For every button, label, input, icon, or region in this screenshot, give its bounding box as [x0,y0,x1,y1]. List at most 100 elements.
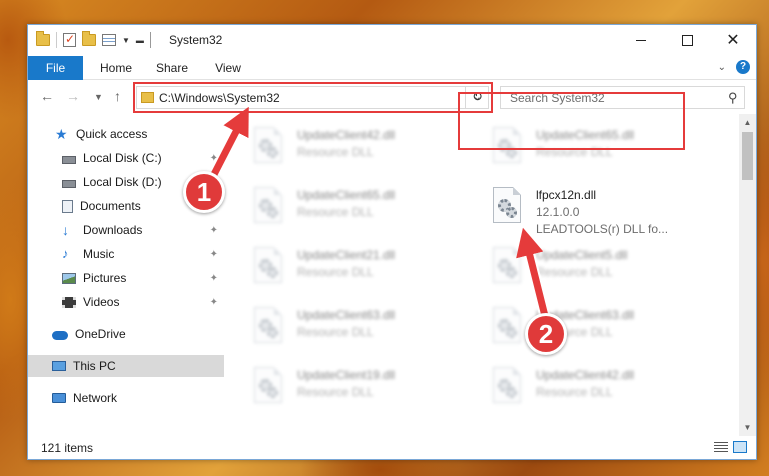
file-item[interactable]: UpdateClient42.dll Resource DLL [250,124,460,174]
sidebar-item-videos[interactable]: Videos ✦ [28,291,224,313]
navigation-pane: ★ Quick access Local Disk (C:) ✦ Local D… [28,114,224,436]
quick-access-toolbar: ▼ ▬ [36,31,151,48]
sidebar-item-label: This PC [73,359,116,373]
vertical-scrollbar[interactable]: ▲ ▼ [739,114,756,436]
properties-icon[interactable] [102,34,116,46]
pin-icon[interactable]: ✦ [210,249,218,260]
documents-icon [62,199,73,213]
step-1-badge: 1 [183,171,225,213]
tab-share[interactable]: Share [152,56,192,80]
dll-file-icon [250,307,284,349]
tab-home[interactable]: Home [96,56,136,80]
file-description: Resource DLL [297,325,374,339]
file-name: UpdateClient42.dll [536,368,635,382]
sidebar-item-music[interactable]: ♪ Music ✦ [28,243,224,265]
file-item[interactable]: UpdateClient42.dll Resource DLL [489,364,699,414]
dll-file-icon [250,187,284,229]
sidebar-item-local-disk-c[interactable]: Local Disk (C:) ✦ [28,147,224,169]
address-highlight-box [133,82,493,113]
sidebar-item-label: Local Disk (C:) [83,151,162,165]
sidebar-item-label: Quick access [76,127,148,141]
search-icon[interactable]: ⚲ [728,90,738,106]
sidebar-item-pictures[interactable]: Pictures ✦ [28,267,224,289]
dll-file-icon [489,307,523,349]
pin-icon[interactable]: ✦ [210,225,218,236]
file-description: Resource DLL [536,385,613,399]
file-description: LEADTOOLS(r) DLL fo... [536,222,669,236]
pin-icon[interactable]: ✦ [210,297,218,308]
pin-icon[interactable]: ✦ [210,273,218,284]
tab-view[interactable]: View [210,56,246,80]
file-name: UpdateClient42.dll [297,128,396,142]
sidebar-item-onedrive[interactable]: OneDrive [28,323,224,345]
ribbon-right-controls: ⌄ ? [718,60,750,74]
sidebar-item-label: Local Disk (D:) [83,175,162,189]
scrollbar-thumb[interactable] [742,132,753,180]
status-bar: 121 items [28,436,756,459]
ribbon-tabs: File Home Share View ⌄ ? [28,56,756,80]
sidebar-item-label: Documents [80,199,141,213]
window-title: System32 [169,33,223,47]
scroll-down-arrow-icon[interactable]: ▼ [739,419,756,436]
file-item[interactable]: UpdateClient5.dll Resource DLL [489,244,699,294]
file-description: Resource DLL [297,265,374,279]
tab-file[interactable]: File [28,56,83,80]
network-icon [52,393,66,403]
file-item[interactable]: UpdateClient63.dll Resource DLL [250,304,460,354]
file-name: UpdateClient65.dll [297,188,396,202]
file-name: UpdateClient19.dll [297,368,396,382]
videos-icon [62,296,76,308]
disk-icon [62,179,76,188]
recent-locations-chevron-icon[interactable]: ▼ [94,92,103,102]
pin-icon[interactable]: ✦ [210,153,218,164]
pictures-icon [62,272,76,284]
folder-icon [36,31,50,46]
sidebar-item-label: Pictures [83,271,127,285]
file-list: UpdateClient42.dll Resource DLL UpdateCl… [224,114,740,436]
back-arrow-icon[interactable]: ← [40,88,54,104]
file-name: UpdateClient21.dll [297,248,396,262]
music-icon: ♪ [62,246,69,261]
sidebar-item-downloads[interactable]: ↓ Downloads ✦ [28,219,224,241]
sidebar-item-label: OneDrive [75,327,126,341]
sidebar-item-label: Music [83,247,115,261]
step-2-badge: 2 [525,313,567,355]
file-item[interactable]: UpdateClient65.dll Resource DLL [250,184,460,234]
file-description: Resource DLL [297,145,374,159]
help-icon[interactable]: ? [736,60,750,74]
file-item[interactable]: UpdateClient63.dll Resource DLL [489,304,699,354]
properties-check-icon[interactable] [63,32,76,47]
file-item-lfpcx12n[interactable]: lfpcx12n.dll 12.1.0.0 LEADTOOLS(r) DLL f… [489,184,699,236]
scroll-up-arrow-icon[interactable]: ▲ [739,114,756,131]
file-item[interactable]: UpdateClient19.dll Resource DLL [250,364,460,414]
file-description: Resource DLL [536,265,613,279]
dll-file-icon [489,367,523,409]
dll-file-icon [250,367,284,409]
sidebar-item-label: Videos [83,295,120,309]
file-item[interactable]: UpdateClient21.dll Resource DLL [250,244,460,294]
sidebar-item-network[interactable]: Network [28,387,224,409]
downloads-icon: ↓ [62,222,69,238]
file-highlight-box [458,92,685,150]
minimize-button[interactable] [618,25,664,55]
file-name: lfpcx12n.dll [536,188,597,202]
dll-file-icon [250,127,284,169]
close-button[interactable]: ✕ [710,25,756,55]
tiles-view-icon[interactable] [733,441,747,453]
details-view-icon[interactable] [714,442,728,453]
file-name: UpdateClient5.dll [536,248,628,262]
chevron-down-icon[interactable]: ▼ [122,36,130,45]
sidebar-item-this-pc[interactable]: This PC [28,355,224,377]
new-folder-icon[interactable] [82,31,96,46]
maximize-button[interactable] [664,25,710,55]
file-name: UpdateClient63.dll [297,308,396,322]
customize-toolbar-icon[interactable]: ▬ [136,36,144,45]
star-icon: ★ [55,126,68,142]
sidebar-item-quick-access[interactable]: ★ Quick access [28,123,224,145]
expand-ribbon-icon[interactable]: ⌄ [718,62,726,73]
up-arrow-icon[interactable]: ↑ [114,88,121,104]
file-explorer-window: ▼ ▬ System32 ✕ File Home Share View ⌄ ? … [27,24,757,460]
disk-icon [62,155,76,164]
forward-arrow-icon[interactable]: → [66,88,80,104]
sidebar-item-label: Downloads [83,223,143,237]
